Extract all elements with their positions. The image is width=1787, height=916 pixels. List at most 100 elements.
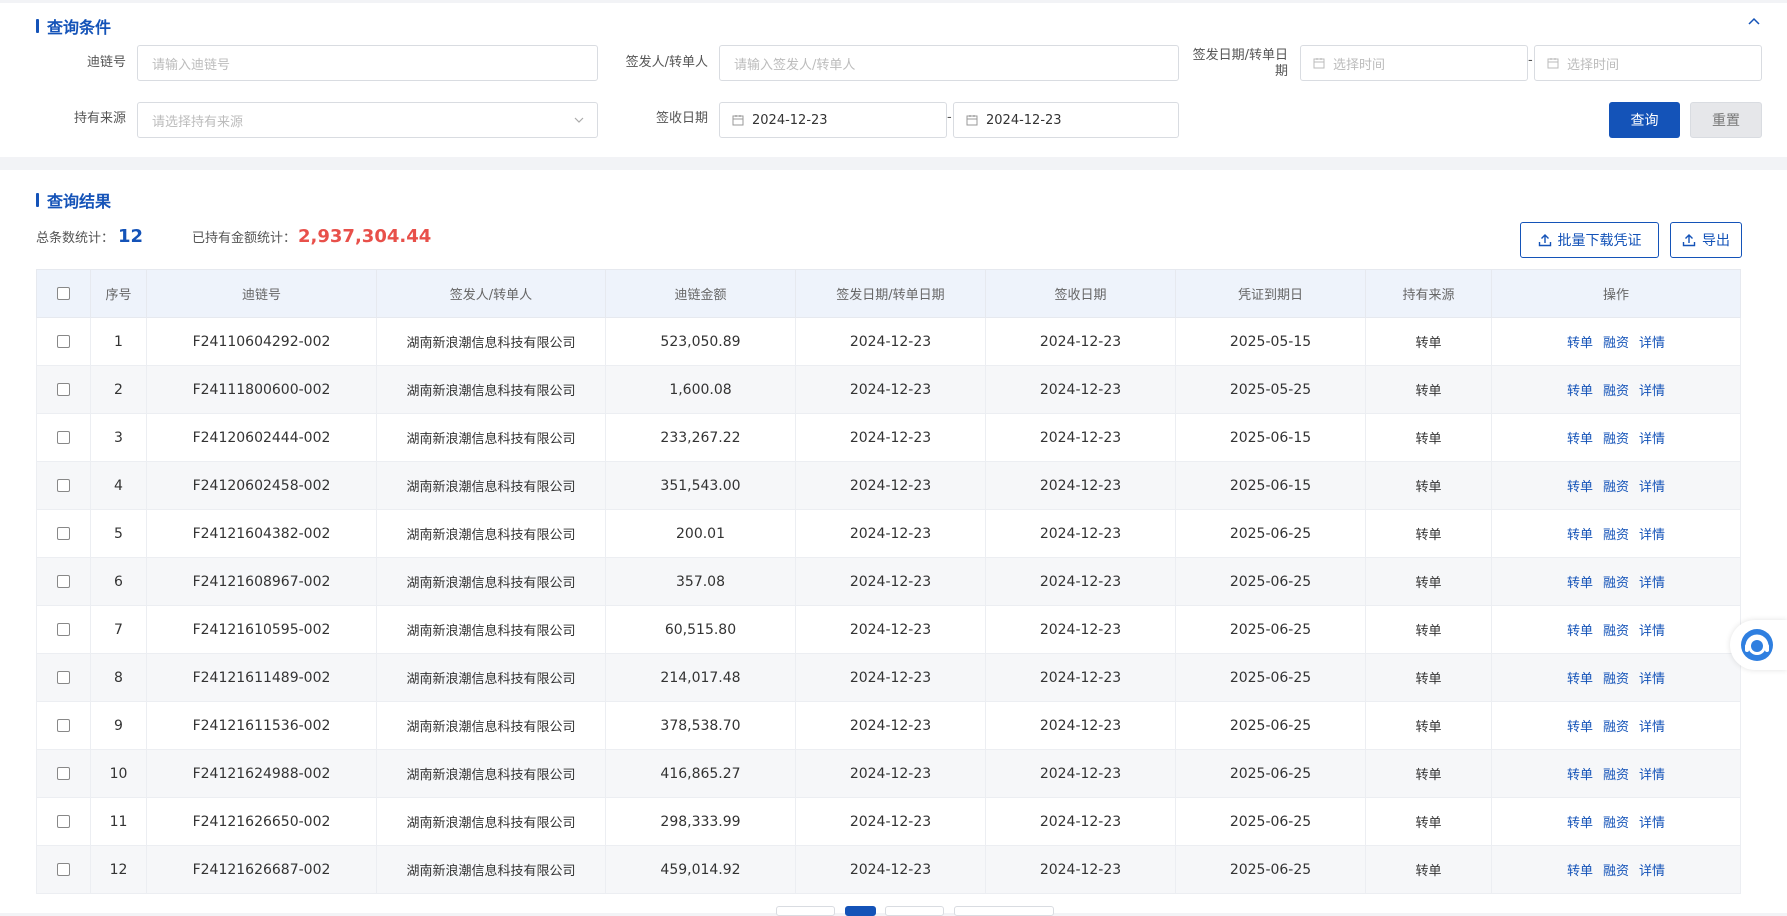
chain-no-input[interactable]: 请输入迪链号 <box>137 45 598 81</box>
export-button[interactable]: 导出 <box>1670 222 1742 258</box>
finance-link[interactable]: 融资 <box>1603 672 1629 687</box>
cell-receive-date: 2024-12-23 <box>985 461 1176 510</box>
cell-source: 转单 <box>1365 653 1492 702</box>
cell-due-date: 2025-05-25 <box>1175 365 1366 414</box>
transfer-link[interactable]: 转单 <box>1567 624 1593 639</box>
finance-link[interactable]: 融资 <box>1603 480 1629 495</box>
finance-link[interactable]: 融资 <box>1603 576 1629 591</box>
row-checkbox[interactable] <box>57 527 70 540</box>
issue-start-date-picker[interactable]: 选择时间 <box>1300 45 1528 81</box>
table-row: 8 F24121611489-002 湖南新浪潮信息科技有限公司 214,017.48… <box>36 653 1741 702</box>
cell-actions: 转单 融资 详情 <box>1491 365 1741 414</box>
search-button[interactable]: 查询 <box>1609 102 1680 138</box>
reset-button[interactable]: 重置 <box>1690 102 1762 138</box>
signer-label: 签发人/转单人 <box>625 55 708 70</box>
cell-source: 转单 <box>1365 701 1492 750</box>
cell-drawer: 湖南新浪潮信息科技有限公司 <box>376 365 606 414</box>
detail-link[interactable]: 详情 <box>1639 864 1665 879</box>
row-checkbox[interactable] <box>57 479 70 492</box>
pagination-page-button[interactable] <box>845 906 876 916</box>
pagination-prev-button[interactable] <box>776 906 835 916</box>
col-header-amount: 迪链金额 <box>605 269 796 318</box>
cell-due-date: 2025-06-25 <box>1175 557 1366 606</box>
customer-service-widget[interactable] <box>1730 620 1787 670</box>
table-row: 2 F24111800600-002 湖南新浪潮信息科技有限公司 1,600.08 20… <box>36 365 1741 414</box>
detail-link[interactable]: 详情 <box>1639 480 1665 495</box>
cell-amount: 378,538.70 <box>605 701 796 750</box>
detail-link[interactable]: 详情 <box>1639 432 1665 447</box>
detail-link[interactable]: 详情 <box>1639 624 1665 639</box>
table-row: 6 F24121608967-002 湖南新浪潮信息科技有限公司 357.08 2024… <box>36 557 1741 606</box>
transfer-link[interactable]: 转单 <box>1567 432 1593 447</box>
cell-amount: 523,050.89 <box>605 317 796 366</box>
upload-icon <box>1538 234 1551 247</box>
receive-end-date-picker[interactable]: 2024-12-23 <box>953 102 1179 138</box>
source-select[interactable]: 请选择持有来源 <box>137 102 598 138</box>
cell-actions: 转单 融资 详情 <box>1491 461 1741 510</box>
select-all-checkbox[interactable] <box>57 287 70 300</box>
finance-link[interactable]: 融资 <box>1603 336 1629 351</box>
transfer-link[interactable]: 转单 <box>1567 480 1593 495</box>
cell-due-date: 2025-05-15 <box>1175 317 1366 366</box>
finance-link[interactable]: 融资 <box>1603 384 1629 399</box>
cell-chain-no: F24121610595-002 <box>146 605 377 654</box>
detail-link[interactable]: 详情 <box>1639 384 1665 399</box>
row-checkbox-cell <box>36 797 91 846</box>
row-checkbox[interactable] <box>57 815 70 828</box>
detail-link[interactable]: 详情 <box>1639 336 1665 351</box>
cell-source: 转单 <box>1365 317 1492 366</box>
calendar-icon <box>732 115 744 126</box>
detail-link[interactable]: 详情 <box>1639 720 1665 735</box>
row-checkbox[interactable] <box>57 383 70 396</box>
finance-link[interactable]: 融资 <box>1603 528 1629 543</box>
row-checkbox[interactable] <box>57 767 70 780</box>
row-checkbox[interactable] <box>57 335 70 348</box>
cell-source: 转单 <box>1365 605 1492 654</box>
cell-drawer: 湖南新浪潮信息科技有限公司 <box>376 461 606 510</box>
cell-drawer: 湖南新浪潮信息科技有限公司 <box>376 845 606 894</box>
row-checkbox[interactable] <box>57 431 70 444</box>
row-checkbox[interactable] <box>57 863 70 876</box>
row-checkbox[interactable] <box>57 719 70 732</box>
detail-link[interactable]: 详情 <box>1639 816 1665 831</box>
finance-link[interactable]: 融资 <box>1603 624 1629 639</box>
detail-link[interactable]: 详情 <box>1639 768 1665 783</box>
transfer-link[interactable]: 转单 <box>1567 768 1593 783</box>
finance-link[interactable]: 融资 <box>1603 816 1629 831</box>
transfer-link[interactable]: 转单 <box>1567 528 1593 543</box>
row-checkbox-cell <box>36 365 91 414</box>
col-header-source: 持有来源 <box>1365 269 1492 318</box>
batch-download-button[interactable]: 批量下载凭证 <box>1520 222 1659 258</box>
cell-receive-date: 2024-12-23 <box>985 701 1176 750</box>
finance-link[interactable]: 融资 <box>1603 720 1629 735</box>
receive-start-date-picker[interactable]: 2024-12-23 <box>719 102 947 138</box>
transfer-link[interactable]: 转单 <box>1567 816 1593 831</box>
signer-input[interactable]: 请输入签发人/转单人 <box>719 45 1179 81</box>
cell-due-date: 2025-06-25 <box>1175 605 1366 654</box>
detail-link[interactable]: 详情 <box>1639 576 1665 591</box>
transfer-link[interactable]: 转单 <box>1567 672 1593 687</box>
total-count-stat: 总条数统计： 12 <box>36 226 144 247</box>
cell-actions: 转单 融资 详情 <box>1491 317 1741 366</box>
row-checkbox[interactable] <box>57 575 70 588</box>
issue-end-date-picker[interactable]: 选择时间 <box>1534 45 1762 81</box>
finance-link[interactable]: 融资 <box>1603 432 1629 447</box>
transfer-link[interactable]: 转单 <box>1567 576 1593 591</box>
finance-link[interactable]: 融资 <box>1603 864 1629 879</box>
row-checkbox[interactable] <box>57 671 70 684</box>
cell-drawer: 湖南新浪潮信息科技有限公司 <box>376 653 606 702</box>
transfer-link[interactable]: 转单 <box>1567 384 1593 399</box>
transfer-link[interactable]: 转单 <box>1567 864 1593 879</box>
detail-link[interactable]: 详情 <box>1639 528 1665 543</box>
detail-link[interactable]: 详情 <box>1639 672 1665 687</box>
transfer-link[interactable]: 转单 <box>1567 720 1593 735</box>
results-table-body: 1 F24110604292-002 湖南新浪潮信息科技有限公司 523,050.89… <box>36 317 1741 894</box>
chevron-up-icon[interactable] <box>1747 15 1761 29</box>
pagination-size-select[interactable] <box>954 906 1054 916</box>
row-checkbox[interactable] <box>57 623 70 636</box>
finance-link[interactable]: 融资 <box>1603 768 1629 783</box>
pagination-next-button[interactable] <box>885 906 944 916</box>
source-label: 持有来源 <box>73 111 126 126</box>
transfer-link[interactable]: 转单 <box>1567 336 1593 351</box>
issue-date-dash: - <box>1528 53 1533 68</box>
